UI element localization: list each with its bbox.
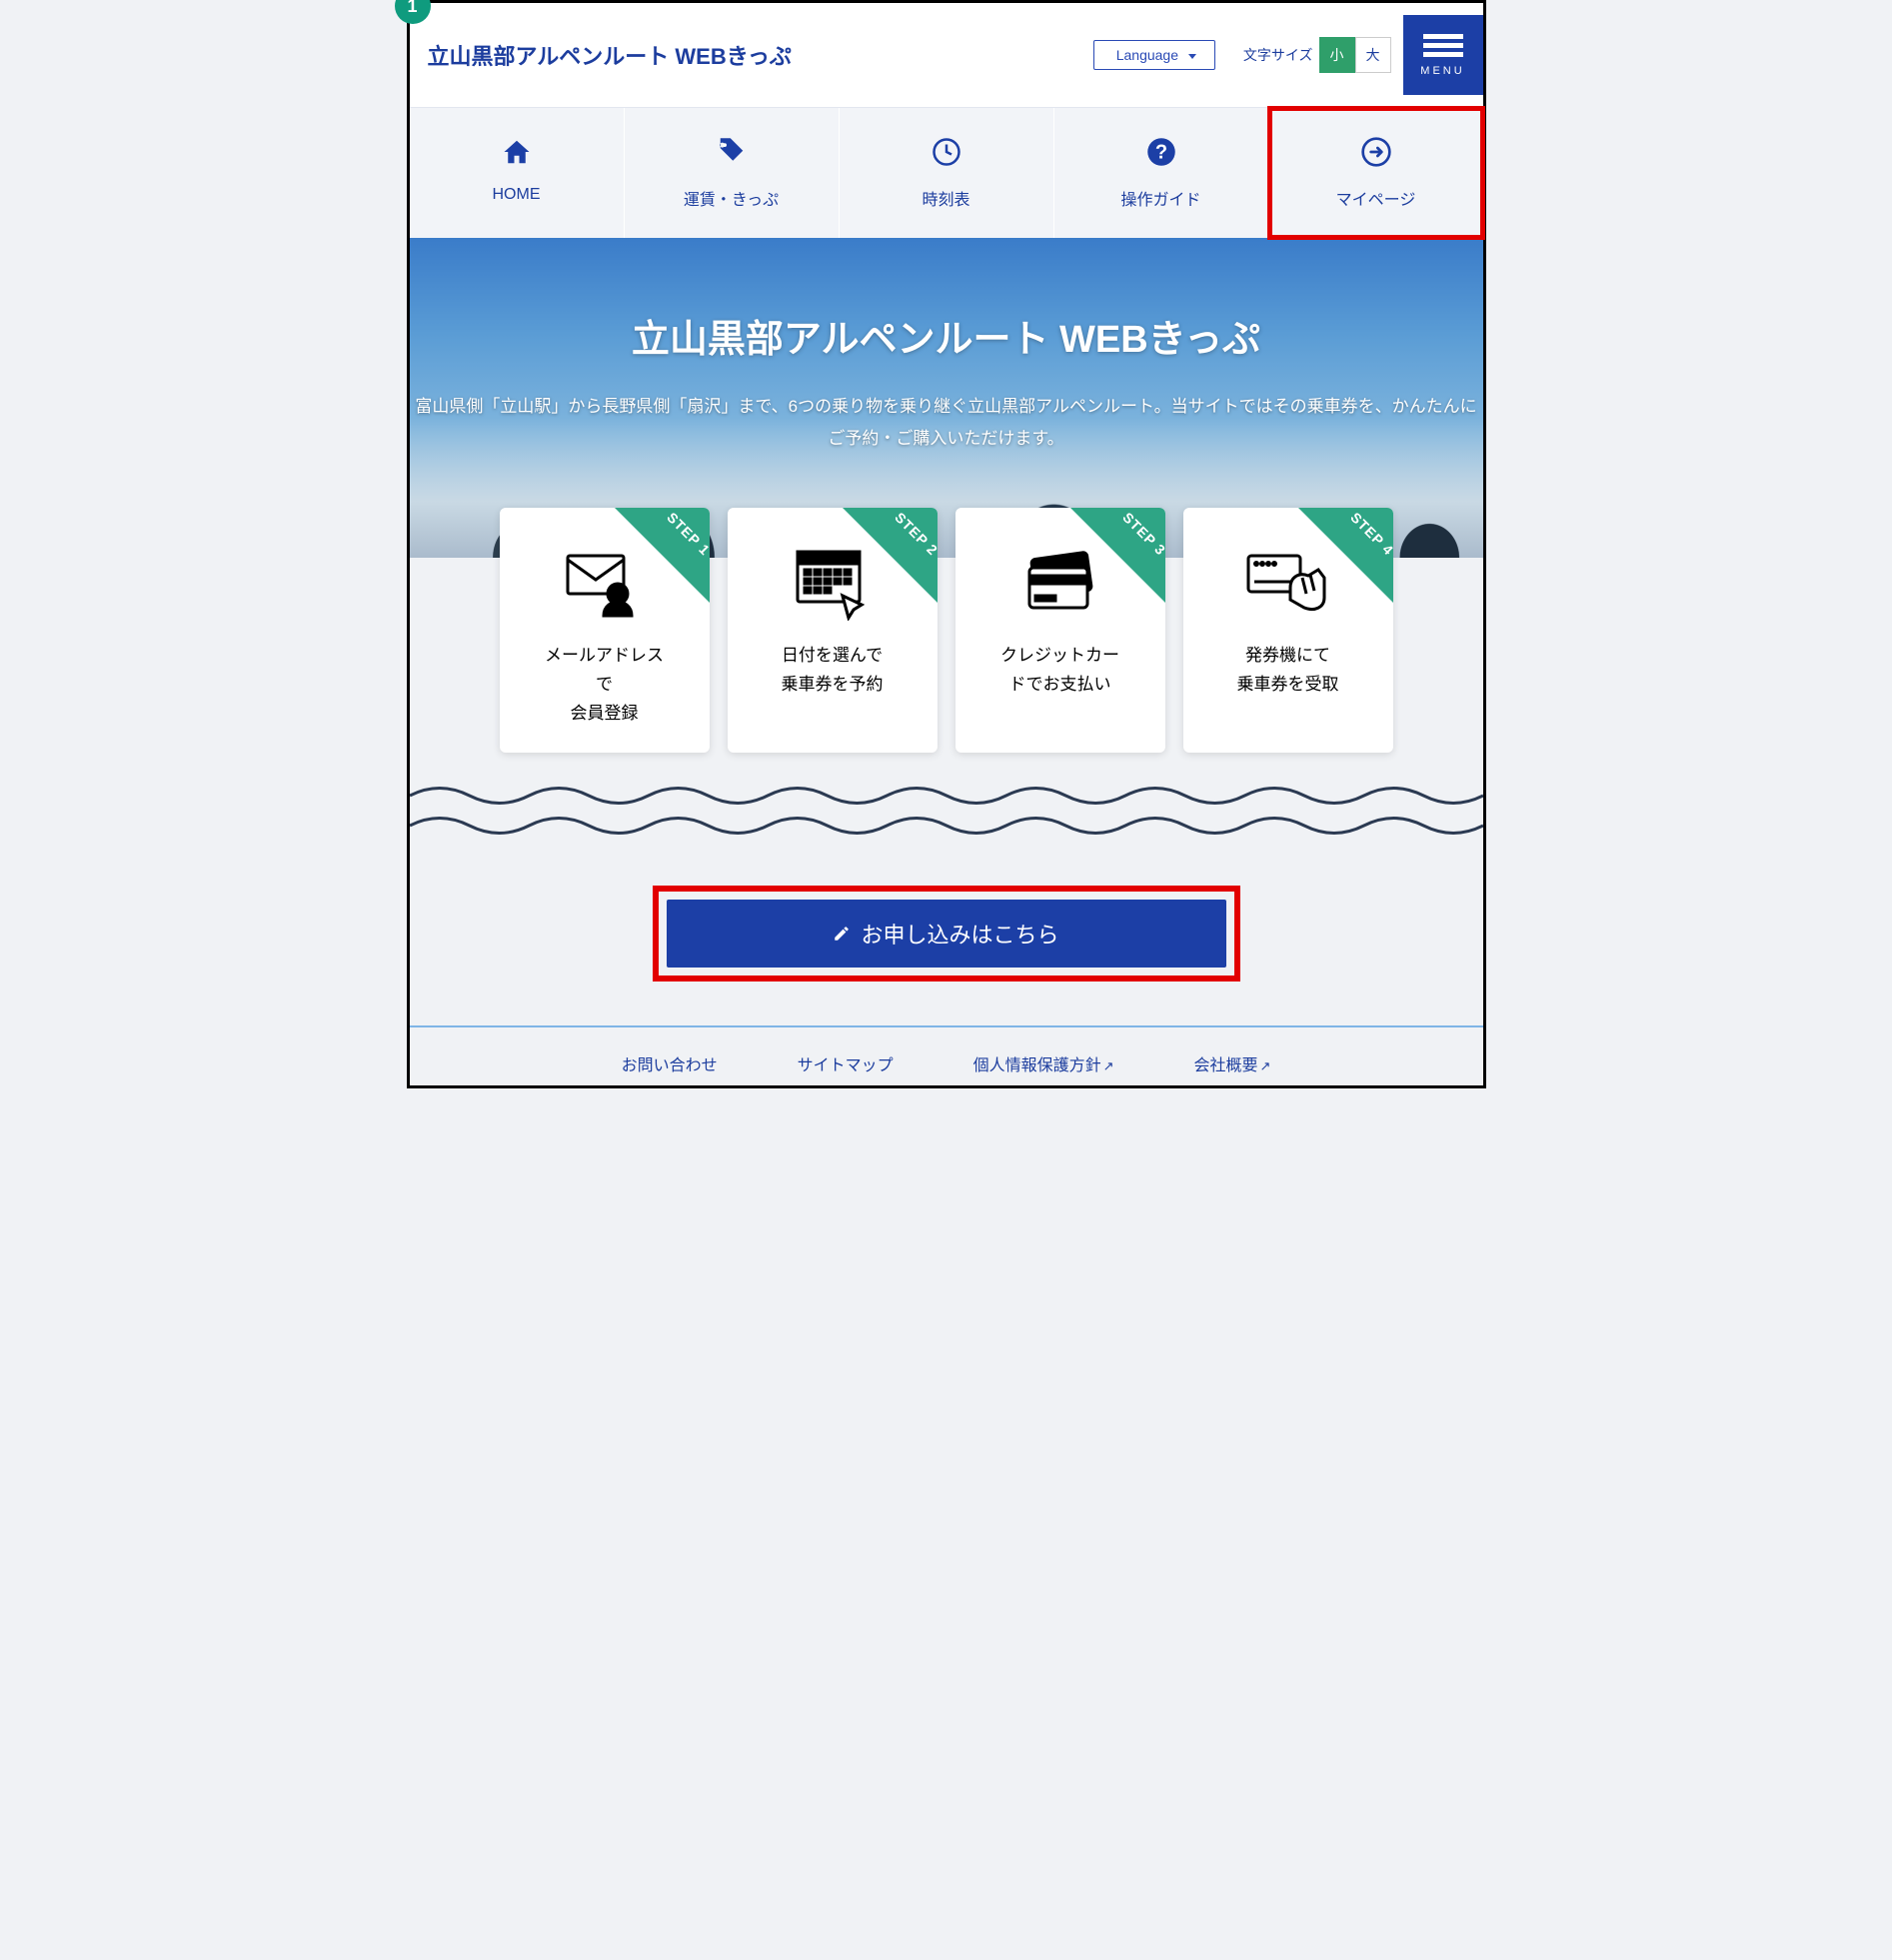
brand-title: 立山黒部アルペンルート WEBきっぷ	[428, 39, 1093, 71]
font-size-label: 文字サイズ	[1243, 45, 1313, 65]
step-ribbon	[615, 508, 710, 603]
pencil-icon	[833, 925, 851, 943]
nav-timetable[interactable]: 時刻表	[840, 108, 1054, 238]
font-size-small-button[interactable]: 小	[1319, 37, 1355, 73]
menu-label: MENU	[1420, 65, 1464, 77]
step-card-1: STEP 1 メールアドレスで会員登録	[500, 508, 710, 753]
cta-section: お申し込みはこちら	[410, 856, 1483, 1025]
step-card-3: STEP 3 クレジットカードでお支払い	[955, 508, 1165, 753]
nav-label: HOME	[410, 186, 624, 204]
step-title: 日付を選んで乗車券を予約	[738, 642, 928, 700]
login-icon	[1269, 132, 1483, 172]
step-ribbon	[1070, 508, 1165, 603]
steps-section: STEP 1 メールアドレスで会員登録 STEP 2	[410, 508, 1483, 763]
step-ribbon	[1298, 508, 1393, 603]
header: 立山黒部アルペンルート WEBきっぷ Language 文字サイズ 小 大 ME…	[410, 3, 1483, 107]
language-button[interactable]: Language	[1093, 40, 1215, 70]
footer-privacy[interactable]: 個人情報保護方針↗	[973, 1051, 1114, 1075]
nav-label: 時刻表	[840, 186, 1053, 210]
menu-button[interactable]: MENU	[1403, 15, 1483, 95]
footer: お問い合わせ サイトマップ 個人情報保護方針↗ 会社概要↗	[410, 1025, 1483, 1085]
tag-icon	[625, 132, 839, 172]
help-icon: ?	[1054, 132, 1268, 172]
nav-mypage[interactable]: マイページ	[1269, 108, 1483, 238]
external-link-icon: ↗	[1260, 1058, 1271, 1073]
footer-company[interactable]: 会社概要↗	[1194, 1051, 1271, 1075]
nav-label: マイページ	[1269, 186, 1483, 210]
menu-bar-icon	[1423, 43, 1463, 48]
main-nav: HOME 運賃・きっぷ 時刻表 ? 操作ガイド マイページ	[410, 107, 1483, 238]
step-title: メールアドレスで会員登録	[510, 642, 700, 729]
menu-bar-icon	[1423, 34, 1463, 39]
step-title: 発券機にて乗車券を受取	[1193, 642, 1383, 700]
footer-contact[interactable]: お問い合わせ	[622, 1051, 718, 1075]
menu-bar-icon	[1423, 52, 1463, 57]
step-title: クレジットカードでお支払い	[965, 642, 1155, 700]
nav-home[interactable]: HOME	[410, 108, 625, 238]
external-link-icon: ↗	[1103, 1058, 1114, 1073]
apply-button[interactable]: お申し込みはこちら	[667, 900, 1226, 968]
cta-label: お申し込みはこちら	[861, 918, 1058, 950]
hero-description: 富山県側「立山駅」から長野県側「扇沢」まで、6つの乗り物を乗り継ぐ立山黒部アルペ…	[410, 391, 1483, 456]
step-card-4: STEP 4 発券機にて乗車券を受取	[1183, 508, 1393, 753]
app-window: 立山黒部アルペンルート WEBきっぷ Language 文字サイズ 小 大 ME…	[407, 0, 1486, 1088]
nav-label: 操作ガイド	[1054, 186, 1268, 210]
home-icon	[410, 132, 624, 172]
step-card-2: STEP 2 日付を選んで乗車券を予約	[728, 508, 938, 753]
chevron-down-icon	[1188, 54, 1196, 59]
nav-label: 運賃・きっぷ	[625, 186, 839, 210]
nav-guide[interactable]: ? 操作ガイド	[1054, 108, 1269, 238]
step-ribbon	[843, 508, 938, 603]
font-size-large-button[interactable]: 大	[1355, 37, 1391, 73]
clock-icon	[840, 132, 1053, 172]
nav-fares[interactable]: 運賃・きっぷ	[625, 108, 840, 238]
cta-highlight-box: お申し込みはこちら	[653, 886, 1240, 981]
wave-divider	[410, 763, 1483, 856]
steps-row: STEP 1 メールアドレスで会員登録 STEP 2	[410, 508, 1483, 753]
footer-sitemap[interactable]: サイトマップ	[798, 1051, 894, 1075]
svg-text:?: ?	[1154, 141, 1166, 163]
font-size-group: 文字サイズ 小 大	[1243, 37, 1391, 73]
hero-title: 立山黒部アルペンルート WEBきっぷ	[410, 308, 1483, 363]
language-label: Language	[1116, 47, 1178, 63]
